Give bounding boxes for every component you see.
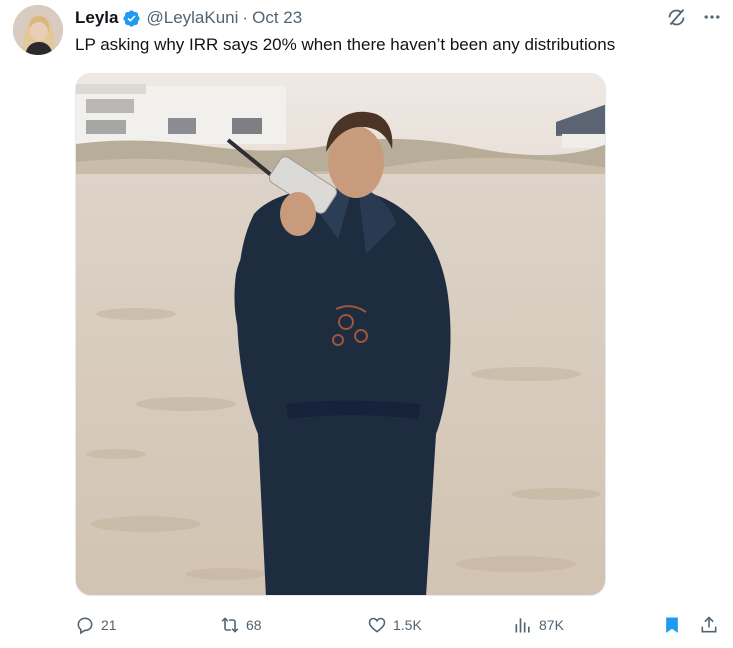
retweet-button[interactable]: 68 bbox=[220, 612, 262, 638]
reply-count: 21 bbox=[101, 617, 117, 633]
share-button[interactable] bbox=[699, 612, 719, 638]
bookmark-icon bbox=[662, 615, 682, 635]
tweet-photo[interactable] bbox=[75, 73, 606, 596]
author-name[interactable]: Leyla bbox=[75, 8, 118, 28]
like-count: 1.5K bbox=[393, 617, 422, 633]
reply-button[interactable]: 21 bbox=[75, 612, 117, 638]
tweet-text: LP asking why IRR says 20% when there ha… bbox=[75, 35, 616, 54]
tweet-header: Leyla @LeylaKuni · Oct 23 bbox=[75, 7, 302, 29]
views-count: 87K bbox=[539, 617, 564, 633]
views-button[interactable]: 87K bbox=[513, 612, 564, 638]
heart-icon bbox=[367, 615, 387, 635]
separator-dot: · bbox=[242, 8, 249, 27]
tweet-date[interactable]: Oct 23 bbox=[252, 8, 302, 28]
bookmark-button[interactable] bbox=[662, 612, 682, 638]
retweet-icon bbox=[220, 615, 240, 635]
views-icon bbox=[513, 615, 533, 635]
verified-badge-icon bbox=[122, 9, 141, 28]
tweet-actions: 21 68 1.5K 87K bbox=[75, 612, 725, 638]
avatar[interactable] bbox=[13, 5, 63, 55]
reply-icon bbox=[75, 615, 95, 635]
share-icon bbox=[699, 615, 719, 635]
like-button[interactable]: 1.5K bbox=[367, 612, 422, 638]
grok-icon[interactable] bbox=[665, 6, 687, 28]
author-handle[interactable]: @LeylaKuni bbox=[146, 8, 238, 28]
top-right-actions bbox=[665, 6, 723, 28]
more-icon[interactable] bbox=[701, 6, 723, 28]
retweet-count: 68 bbox=[246, 617, 262, 633]
